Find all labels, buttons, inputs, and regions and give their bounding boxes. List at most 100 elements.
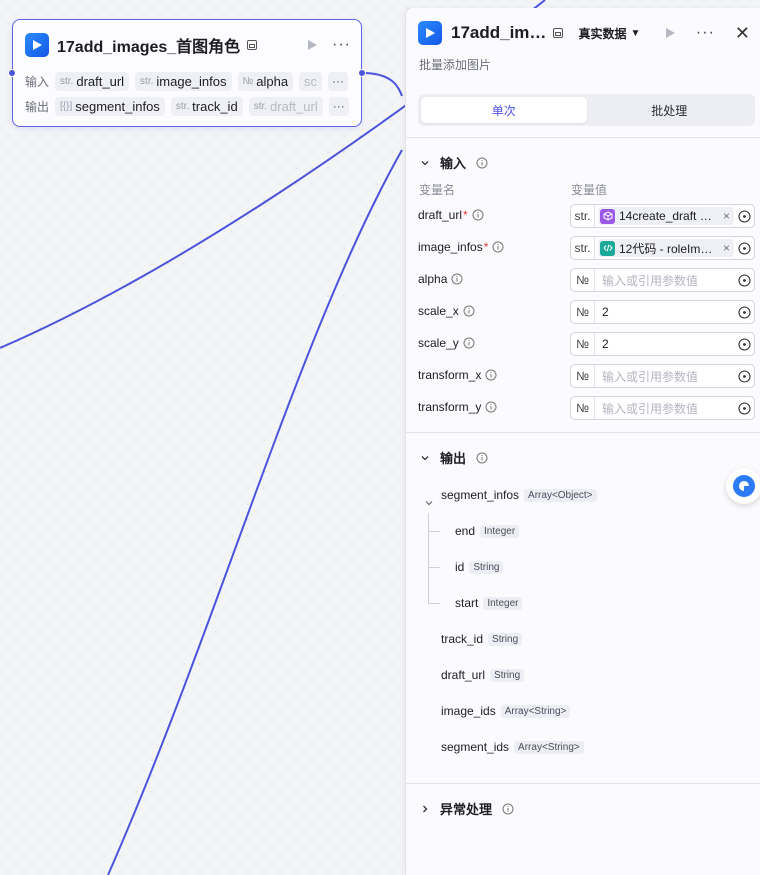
info-icon[interactable] bbox=[502, 803, 514, 815]
variable-select-icon[interactable] bbox=[734, 401, 754, 415]
type-tag[interactable]: № bbox=[571, 301, 595, 323]
column-header-name: 变量名 bbox=[419, 183, 456, 197]
tree-connector bbox=[428, 603, 440, 604]
info-icon[interactable] bbox=[463, 337, 475, 349]
output-item: id String bbox=[455, 558, 504, 576]
type-tag[interactable]: № bbox=[571, 365, 595, 387]
output-item: segment_infos Array<Object> bbox=[441, 486, 597, 504]
type-badge: String bbox=[469, 560, 504, 574]
info-icon[interactable] bbox=[485, 369, 497, 381]
type-badge: Array<Object> bbox=[524, 488, 597, 502]
transform-x-field[interactable]: № 输入或引用参数值 bbox=[570, 364, 755, 388]
output-item: segment_ids Array<String> bbox=[441, 738, 584, 756]
value-input[interactable]: 输入或引用参数值 bbox=[595, 272, 734, 289]
output-name: end bbox=[455, 524, 476, 538]
value-input[interactable]: 输入或引用参数值 bbox=[595, 400, 734, 417]
type-tag[interactable]: str. bbox=[571, 205, 595, 227]
info-icon[interactable] bbox=[472, 209, 484, 221]
divider bbox=[406, 432, 760, 433]
input-param-name: image_infos * bbox=[418, 240, 504, 254]
output-name: track_id bbox=[441, 632, 484, 646]
column-header-value: 变量值 bbox=[571, 183, 608, 197]
edge-output-to-next-node bbox=[361, 72, 403, 97]
info-icon[interactable] bbox=[451, 273, 463, 285]
type-badge: Array<String> bbox=[500, 704, 571, 718]
real-data-dropdown[interactable]: 真实数据 ▼ bbox=[578, 25, 640, 42]
required-mark: * bbox=[463, 208, 468, 222]
type-tag[interactable]: № bbox=[571, 397, 595, 419]
divider bbox=[406, 137, 760, 138]
more-icon[interactable]: ··· bbox=[332, 37, 351, 53]
input-param-name: draft_url * bbox=[418, 208, 484, 222]
more-inputs-button[interactable]: ··· bbox=[328, 71, 349, 91]
input-row-transform-x: transform_x № 输入或引用参数值 bbox=[418, 364, 755, 388]
draft-url-field[interactable]: str. 14create_draft - draft_url × bbox=[570, 204, 755, 228]
variable-select-icon[interactable] bbox=[734, 273, 754, 287]
tree-connector bbox=[428, 513, 429, 604]
info-icon[interactable] bbox=[463, 305, 475, 317]
alpha-field[interactable]: № 输入或引用参数值 bbox=[570, 268, 755, 292]
remove-reference-icon[interactable]: × bbox=[718, 241, 730, 255]
error-handling-section-header[interactable]: 异常处理 bbox=[420, 799, 514, 818]
info-icon[interactable] bbox=[476, 157, 488, 169]
tab-single[interactable]: 单次 bbox=[421, 97, 587, 123]
more-icon[interactable]: ··· bbox=[696, 25, 715, 41]
assistant-float-button[interactable] bbox=[726, 468, 760, 504]
required-mark: * bbox=[483, 240, 489, 254]
node-config-panel: 17add_im… 真实数据 ▼ ··· ✕ 批量添加图片 单次 批处理 输入 … bbox=[405, 8, 760, 875]
output-name: segment_ids bbox=[441, 740, 510, 754]
info-icon[interactable] bbox=[492, 241, 504, 253]
input-port[interactable] bbox=[8, 69, 16, 77]
input-section-title: 输入 bbox=[440, 156, 467, 171]
variable-select-icon[interactable] bbox=[734, 209, 754, 223]
more-outputs-button[interactable]: ··· bbox=[328, 96, 349, 116]
image-infos-field[interactable]: str. 12代码 - roleImages × bbox=[570, 236, 755, 260]
chevron-down-icon bbox=[421, 160, 429, 165]
output-item: start Integer bbox=[455, 594, 523, 612]
remove-reference-icon[interactable]: × bbox=[718, 209, 730, 223]
output-section-header[interactable]: 输出 bbox=[420, 448, 488, 467]
panel-title[interactable]: 17add_im… bbox=[451, 23, 546, 43]
input-row-label: 输入 bbox=[25, 74, 50, 89]
run-mode-tabs: 单次 批处理 bbox=[418, 94, 755, 126]
play-icon[interactable] bbox=[664, 27, 676, 39]
input-param-name: transform_x bbox=[418, 368, 497, 382]
output-item: image_ids Array<String> bbox=[441, 702, 571, 720]
input-section-header[interactable]: 输入 bbox=[420, 153, 488, 172]
variable-select-icon[interactable] bbox=[734, 369, 754, 383]
value-input[interactable]: 2 bbox=[595, 337, 734, 351]
type-tag[interactable]: str. bbox=[571, 237, 595, 259]
info-icon[interactable] bbox=[485, 401, 497, 413]
input-param-name: transform_y bbox=[418, 400, 497, 414]
variable-select-icon[interactable] bbox=[734, 337, 754, 351]
input-chip: str. image_infos bbox=[135, 71, 232, 91]
error-section-title: 异常处理 bbox=[440, 802, 493, 817]
input-chip: sc bbox=[299, 71, 323, 91]
chevron-down-icon[interactable] bbox=[424, 498, 434, 508]
node-header: 17add_images_首图角色 ··· bbox=[25, 32, 351, 58]
output-item: track_id String bbox=[441, 630, 523, 648]
divider bbox=[406, 783, 760, 784]
reference-chip[interactable]: 12代码 - roleImages × bbox=[598, 239, 734, 257]
output-port[interactable] bbox=[358, 69, 366, 77]
close-icon[interactable]: ✕ bbox=[735, 24, 750, 42]
scale-x-field[interactable]: № 2 bbox=[570, 300, 755, 324]
scale-y-field[interactable]: № 2 bbox=[570, 332, 755, 356]
transform-y-field[interactable]: № 输入或引用参数值 bbox=[570, 396, 755, 420]
input-row-transform-y: transform_y № 输入或引用参数值 bbox=[418, 396, 755, 420]
variable-select-icon[interactable] bbox=[734, 241, 754, 255]
reference-chip[interactable]: 14create_draft - draft_url × bbox=[598, 207, 734, 225]
readonly-icon bbox=[247, 40, 258, 50]
node-title[interactable]: 17add_images_首图角色 bbox=[57, 33, 240, 57]
play-icon[interactable] bbox=[306, 39, 318, 51]
input-chip: str. draft_url bbox=[55, 71, 130, 91]
variable-select-icon[interactable] bbox=[734, 305, 754, 319]
value-input[interactable]: 输入或引用参数值 bbox=[595, 368, 734, 385]
tab-batch[interactable]: 批处理 bbox=[587, 97, 753, 123]
workflow-node-card[interactable]: 17add_images_首图角色 ··· 输入 str. draft_url s… bbox=[8, 19, 366, 127]
real-data-label: 真实数据 bbox=[578, 26, 627, 41]
type-tag[interactable]: № bbox=[571, 269, 595, 291]
value-input[interactable]: 2 bbox=[595, 305, 734, 319]
info-icon[interactable] bbox=[476, 452, 488, 464]
type-tag[interactable]: № bbox=[571, 333, 595, 355]
